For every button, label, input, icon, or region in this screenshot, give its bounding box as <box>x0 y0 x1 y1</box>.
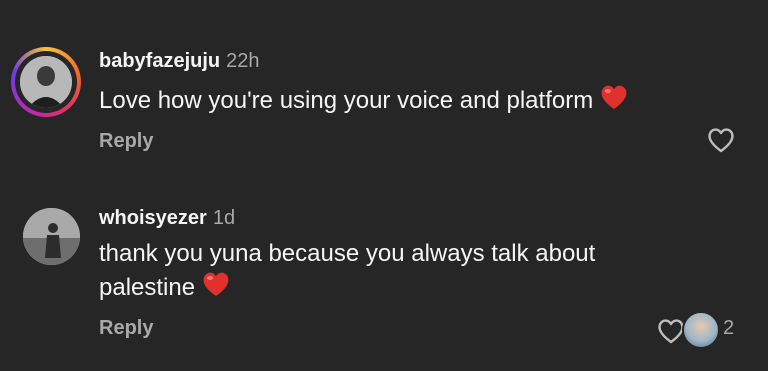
comment-time: 1d <box>212 207 236 229</box>
red-heart-emoji <box>201 270 231 307</box>
reply-button[interactable]: Reply <box>99 317 153 340</box>
heart-outline-icon[interactable] <box>706 126 736 159</box>
red-heart-emoji <box>599 83 629 120</box>
comment-body-line: thank you yuna because you always talk a… <box>99 240 596 267</box>
comment-text: thank you yuna because you always talk a… <box>99 238 699 307</box>
comment-item: babyfazejuju 22h Love how you're using yo… <box>0 0 768 190</box>
comment-time: 22h <box>226 50 260 72</box>
comment-body-word: palestine <box>99 273 196 301</box>
avatar[interactable] <box>20 56 72 108</box>
comment-username[interactable]: babyfazejuju 22h <box>99 50 260 73</box>
username-text[interactable]: babyfazejuju <box>99 50 220 72</box>
username-text[interactable]: whoisyezer <box>99 207 207 229</box>
comment-username[interactable]: whoisyezer 1d <box>99 207 235 230</box>
like-count[interactable]: 2 <box>723 317 734 340</box>
heart-outline-svg <box>708 128 734 153</box>
comment-item: whoisyezer 1d thank you yuna because you … <box>0 190 768 371</box>
comment-body-line-2: palestine <box>99 270 699 307</box>
comment-body: Love how you're using your voice and pla… <box>99 86 594 114</box>
avatar[interactable] <box>23 208 80 265</box>
avatar-photo <box>20 56 72 108</box>
reply-button[interactable]: Reply <box>99 130 153 153</box>
red-heart-emoji-svg <box>601 85 627 109</box>
comment-text: Love how you're using your voice and pla… <box>99 83 699 120</box>
red-heart-emoji-svg <box>203 272 229 296</box>
avatar-photo <box>23 208 80 265</box>
liker-avatar[interactable] <box>682 311 720 349</box>
